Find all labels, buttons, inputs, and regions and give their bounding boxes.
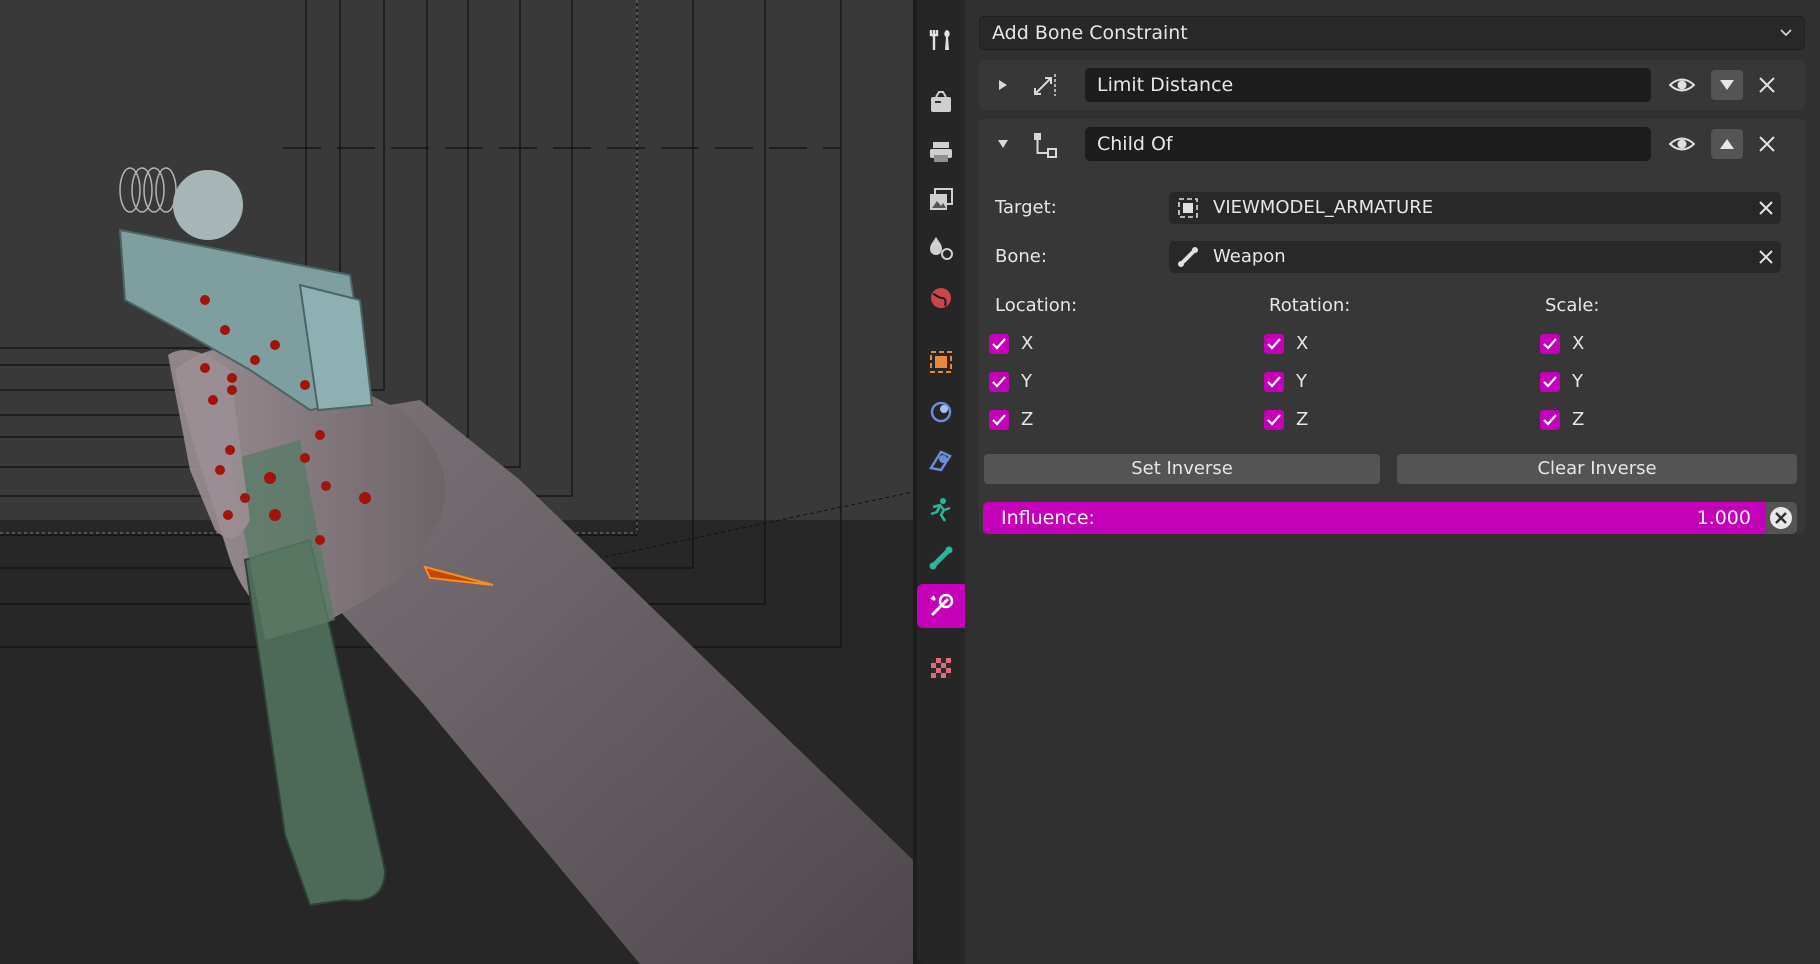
scale-x-label: X <box>1572 333 1585 354</box>
chevron-down-icon <box>1780 29 1792 37</box>
properties-tab-bar <box>913 0 965 964</box>
close-icon[interactable] <box>1755 132 1779 156</box>
circle-x-icon <box>1770 507 1792 529</box>
scale-y-checkbox[interactable] <box>1540 372 1560 392</box>
scale-z-checkbox[interactable] <box>1540 410 1560 430</box>
bone-value: Weapon <box>1213 246 1286 267</box>
target-label: Target: <box>995 197 1057 218</box>
set-inverse-button[interactable]: Set Inverse <box>984 454 1380 484</box>
particles-icon <box>928 450 952 472</box>
eye-icon[interactable] <box>1669 133 1695 155</box>
constraint-name-field[interactable]: Child Of <box>1085 127 1651 161</box>
physics-icon <box>930 498 951 522</box>
world-tab[interactable] <box>917 276 965 320</box>
rotation-x-checkbox[interactable] <box>1264 334 1284 354</box>
bone-icon <box>1178 247 1198 267</box>
armature-icon <box>929 546 953 570</box>
triangle-up-icon <box>1720 139 1734 149</box>
influence-slider[interactable]: Influence: 1.000 <box>983 502 1765 534</box>
scene-tab[interactable] <box>917 226 965 270</box>
rotation-y-checkbox[interactable] <box>1264 372 1284 392</box>
add-bone-constraint-label: Add Bone Constraint <box>992 22 1188 44</box>
target-value: VIEWMODEL_ARMATURE <box>1213 197 1434 218</box>
tool-icon <box>929 30 950 50</box>
world-icon <box>931 288 951 308</box>
rotation-x-label: X <box>1296 333 1309 354</box>
rotation-z-checkbox[interactable] <box>1264 410 1284 430</box>
view-layer-icon <box>930 188 953 210</box>
object-data-tab[interactable] <box>917 536 965 580</box>
bone-field[interactable]: Weapon <box>1169 241 1781 273</box>
checkmark-icon <box>992 414 1006 426</box>
eye-icon[interactable] <box>1669 74 1695 96</box>
object-icon <box>1178 198 1198 218</box>
influence-label: Influence: <box>1001 507 1095 529</box>
tool-tab[interactable] <box>917 18 965 62</box>
output-icon <box>930 142 952 162</box>
constraint-header: Limit Distance <box>979 60 1805 110</box>
clear-target-icon[interactable] <box>1757 199 1775 217</box>
modifiers-icon <box>930 401 952 423</box>
location-y-label: Y <box>1021 371 1032 392</box>
bone-constraint-tab[interactable] <box>917 584 965 628</box>
location-z-checkbox[interactable] <box>989 410 1009 430</box>
output-tab[interactable] <box>917 130 965 174</box>
scale-z-label: Z <box>1572 409 1585 430</box>
checkmark-icon <box>1543 414 1557 426</box>
checkmark-icon <box>1267 338 1281 350</box>
limit-distance-icon <box>1034 74 1056 96</box>
target-field[interactable]: VIEWMODEL_ARMATURE <box>1169 192 1781 224</box>
viewport-scene <box>0 0 913 964</box>
constraint-child-of: Child Of Target: VIEWMODEL_ARMATURE Bone… <box>979 119 1805 534</box>
object-tab[interactable] <box>917 340 965 384</box>
constraint-name-field[interactable]: Limit Distance <box>1085 68 1651 102</box>
constraint-header: Child Of <box>979 119 1805 169</box>
scale-y-label: Y <box>1572 371 1583 392</box>
collapse-triangle-icon[interactable] <box>997 138 1009 150</box>
scene-icon <box>930 237 953 260</box>
rotation-label: Rotation: <box>1269 295 1351 316</box>
location-z-label: Z <box>1021 409 1034 430</box>
texture-icon <box>931 658 951 678</box>
bone-label: Bone: <box>995 246 1047 267</box>
clear-inverse-button[interactable]: Clear Inverse <box>1397 454 1797 484</box>
checkmark-icon <box>992 376 1006 388</box>
checkmark-icon <box>1267 376 1281 388</box>
texture-tab[interactable] <box>917 646 965 690</box>
clear-bone-icon[interactable] <box>1757 248 1775 266</box>
close-icon[interactable] <box>1755 73 1779 97</box>
rotation-z-label: Z <box>1296 409 1309 430</box>
move-down-button[interactable] <box>1711 70 1743 100</box>
scale-x-checkbox[interactable] <box>1540 334 1560 354</box>
child-of-icon <box>1034 133 1057 158</box>
modifiers-tab[interactable] <box>917 390 965 434</box>
checkmark-icon <box>1543 338 1557 350</box>
location-y-checkbox[interactable] <box>989 372 1009 392</box>
add-bone-constraint-dropdown[interactable]: Add Bone Constraint <box>979 16 1805 50</box>
scale-label: Scale: <box>1545 295 1600 316</box>
render-tab[interactable] <box>917 80 965 124</box>
view-layer-tab[interactable] <box>917 178 965 222</box>
rotation-y-label: Y <box>1296 371 1307 392</box>
particles-tab[interactable] <box>917 438 965 482</box>
disable-keep-transform-button[interactable] <box>1765 502 1797 534</box>
checkmark-icon <box>1543 376 1557 388</box>
checkmark-icon <box>992 338 1006 350</box>
location-x-checkbox[interactable] <box>989 334 1009 354</box>
constraint-limit-distance: Limit Distance <box>979 60 1805 110</box>
physics-tab[interactable] <box>917 488 965 532</box>
bone-constraint-icon <box>930 593 954 617</box>
expand-triangle-icon[interactable] <box>997 79 1009 91</box>
triangle-down-icon <box>1720 80 1734 90</box>
influence-value: 1.000 <box>1696 507 1751 529</box>
checkmark-icon <box>1267 414 1281 426</box>
render-icon <box>931 91 951 112</box>
bone-constraint-properties: Add Bone Constraint Limit Distance Child… <box>965 0 1820 964</box>
3d-viewport[interactable] <box>0 0 913 964</box>
move-up-button[interactable] <box>1711 129 1743 159</box>
location-label: Location: <box>995 295 1078 316</box>
object-icon <box>930 351 952 373</box>
location-x-label: X <box>1021 333 1034 354</box>
